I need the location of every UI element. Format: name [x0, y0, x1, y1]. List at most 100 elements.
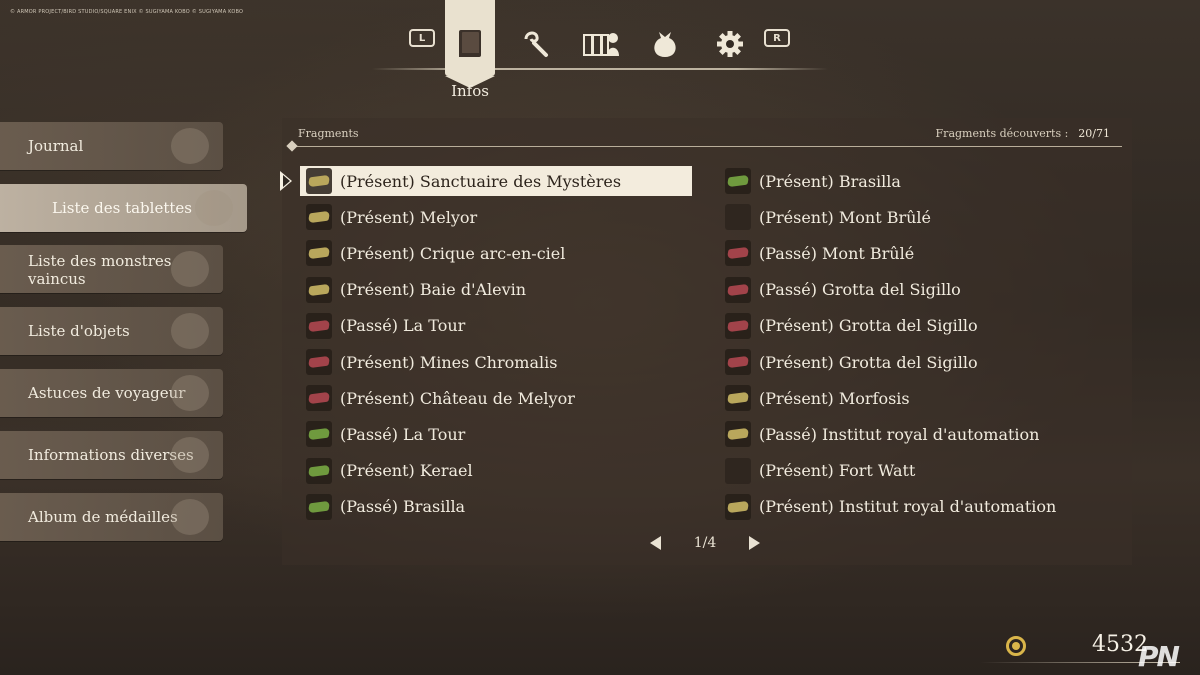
fragment-icon	[306, 204, 332, 231]
sidebar-item-label: Liste des tablettes	[52, 199, 192, 217]
fragment-row[interactable]: (Présent) Sanctuaire des Mystères	[300, 166, 692, 196]
tab-infos[interactable]	[455, 27, 485, 61]
fragment-icon	[306, 493, 332, 520]
right-shoulder-button[interactable]: R	[764, 26, 790, 50]
fragment-label: (Présent) Grotta del Sigillo	[759, 352, 978, 372]
fragment-row[interactable]: (Présent) Melyor	[300, 202, 692, 232]
empty-fragment-icon	[725, 457, 751, 484]
fragment-row[interactable]: (Présent) Mines Chromalis	[300, 347, 692, 377]
fragment-row[interactable]: (Présent) Institut royal d'automation	[719, 492, 1119, 522]
fragment-row[interactable]: (Présent) Baie d'Alevin	[300, 275, 692, 305]
gear-icon	[717, 31, 743, 57]
topnav-divider	[372, 68, 828, 70]
fragment-row[interactable]: (Présent) Grotta del Sigillo	[719, 347, 1119, 377]
sidebar-item-tablettes[interactable]: Liste des tablettes	[0, 184, 247, 232]
fragment-icon	[306, 312, 332, 339]
empty-fragment-icon	[725, 204, 751, 231]
tab-settings[interactable]	[715, 27, 745, 61]
counter-value: 20/71	[1078, 127, 1110, 140]
fragment-icon	[306, 168, 332, 194]
fragment-icon	[306, 240, 332, 267]
fragment-row[interactable]: (Passé) La Tour	[300, 419, 692, 449]
panel-divider	[292, 146, 1122, 147]
sidebar-item-monstres[interactable]: Liste des monstres vaincus	[0, 245, 223, 293]
fragment-row[interactable]: (Passé) Grotta del Sigillo	[719, 275, 1119, 305]
watermark-logo: PN	[1138, 640, 1180, 673]
bag-icon	[654, 32, 676, 57]
fragment-label: (Passé) Grotta del Sigillo	[759, 280, 961, 300]
bag-icon	[171, 313, 209, 349]
fragment-label: (Présent) Institut royal d'automation	[759, 497, 1057, 517]
sidebar-item-informations[interactable]: Informations diverses	[0, 431, 223, 479]
quill-icon	[171, 437, 209, 473]
sidebar-item-label: Liste d'objets	[28, 322, 130, 340]
sidebar-item-astuces[interactable]: Astuces de voyageur	[0, 369, 223, 417]
fragment-row[interactable]: (Présent) Kerael	[300, 456, 692, 486]
fragment-row[interactable]: (Présent) Crique arc-en-ciel	[300, 238, 692, 268]
next-page-icon[interactable]	[749, 536, 760, 550]
fragment-icon	[725, 168, 751, 194]
sidebar-item-journal[interactable]: Journal	[0, 122, 223, 170]
sidebar-item-label: Informations diverses	[28, 446, 194, 464]
fragment-row[interactable]: (Présent) Grotta del Sigillo	[719, 311, 1119, 341]
r-button-icon: R	[764, 29, 790, 47]
fragment-row[interactable]: (Présent) Brasilla	[719, 166, 1119, 196]
sidebar-item-label: Album de médailles	[28, 508, 178, 526]
fragment-label: (Passé) La Tour	[340, 424, 466, 444]
fragment-row[interactable]: (Passé) La Tour	[300, 311, 692, 341]
fragment-label: (Passé) Brasilla	[340, 497, 466, 517]
book-icon	[171, 128, 209, 164]
fragment-icon	[725, 276, 751, 303]
selection-cursor-icon	[280, 171, 292, 191]
fragment-icon	[306, 457, 332, 484]
page-indicator: 1/4	[693, 535, 717, 551]
fragment-label: (Présent) Sanctuaire des Mystères	[340, 171, 622, 191]
fragments-counter: Fragments découverts : 20/71	[936, 127, 1110, 140]
fragment-row[interactable]: (Présent) Mont Brûlé	[719, 202, 1119, 232]
wand-icon	[524, 31, 548, 57]
slime-icon	[171, 251, 209, 287]
fragment-icon	[725, 421, 751, 448]
active-tab-label: Infos	[451, 82, 489, 100]
fragment-label: (Présent) Fort Watt	[759, 461, 916, 481]
fragment-icon	[306, 276, 332, 303]
tab-spells[interactable]	[520, 27, 550, 61]
fragment-row[interactable]: (Présent) Morfosis	[719, 383, 1119, 413]
fragment-icon	[725, 385, 751, 412]
fragment-icon	[725, 312, 751, 339]
tab-items[interactable]	[650, 27, 680, 61]
prev-page-icon[interactable]	[650, 536, 661, 550]
copyright-text: © ARMOR PROJECT/BIRD STUDIO/SQUARE ENIX …	[10, 9, 244, 15]
fragment-label: (Passé) Institut royal d'automation	[759, 424, 1040, 444]
fragment-row[interactable]: (Présent) Fort Watt	[719, 456, 1119, 486]
fragment-label: (Passé) Mont Brûlé	[759, 243, 915, 263]
fragment-label: (Présent) Kerael	[340, 461, 473, 481]
book-icon	[459, 30, 481, 57]
fragment-label: (Présent) Château de Melyor	[340, 388, 575, 408]
counter-label: Fragments découverts :	[935, 127, 1069, 140]
fragment-label: (Présent) Grotta del Sigillo	[759, 316, 978, 336]
coin-icon	[1006, 636, 1026, 656]
fragment-icon	[306, 385, 332, 412]
fragment-row[interactable]: (Passé) Brasilla	[300, 492, 692, 522]
sidebar-item-label: Journal	[28, 137, 84, 155]
party-icon	[583, 33, 619, 56]
fragment-label: (Présent) Baie d'Alevin	[340, 280, 527, 300]
panel-title: Fragments	[298, 127, 359, 140]
tab-party[interactable]	[582, 27, 620, 61]
fragment-icon	[725, 240, 751, 267]
fragment-row[interactable]: (Passé) Mont Brûlé	[719, 238, 1119, 268]
fragment-label: (Présent) Crique arc-en-ciel	[340, 243, 566, 263]
medal-icon	[171, 499, 209, 535]
fragment-icon	[725, 493, 751, 520]
fragment-icon	[306, 349, 332, 375]
sidebar-item-objets[interactable]: Liste d'objets	[0, 307, 223, 355]
sidebar-item-label: Astuces de voyageur	[28, 384, 186, 402]
sidebar-item-medailles[interactable]: Album de médailles	[0, 493, 223, 541]
fragment-row[interactable]: (Présent) Château de Melyor	[300, 383, 692, 413]
fragment-label: (Présent) Mont Brûlé	[759, 207, 931, 227]
fragment-icon	[306, 421, 332, 448]
left-shoulder-button[interactable]: L	[409, 26, 435, 50]
fragment-row[interactable]: (Passé) Institut royal d'automation	[719, 419, 1119, 449]
fragment-label: (Présent) Melyor	[340, 207, 478, 227]
